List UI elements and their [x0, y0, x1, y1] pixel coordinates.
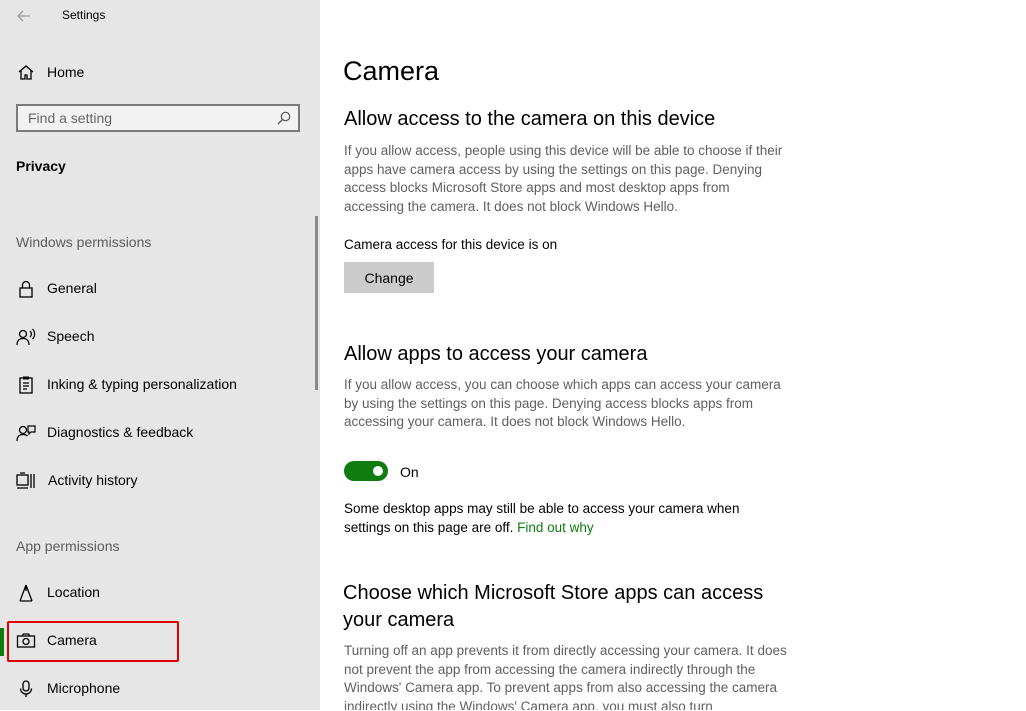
back-button[interactable] — [12, 4, 36, 28]
category-title: Privacy — [16, 158, 66, 174]
sidebar-item-label: Speech — [47, 328, 95, 344]
search-icon[interactable] — [276, 110, 292, 126]
toggle-state-label: On — [400, 464, 419, 480]
sidebar-item-microphone[interactable]: Microphone — [0, 667, 318, 711]
nav-home[interactable]: Home — [0, 51, 318, 95]
back-arrow-icon — [17, 10, 30, 22]
speech-icon — [16, 327, 36, 347]
sidebar-item-diagnostics[interactable]: Diagnostics & feedback — [0, 411, 318, 455]
page-title: Camera — [343, 56, 440, 86]
sidebar-item-inking-typing[interactable]: Inking & typing personalization — [0, 363, 318, 407]
search-input[interactable] — [18, 106, 278, 130]
app-access-heading: Allow apps to access your camera — [344, 343, 648, 365]
sidebar-item-label: Location — [47, 584, 100, 600]
microphone-icon — [16, 679, 36, 699]
sidebar-item-label: Diagnostics & feedback — [47, 424, 194, 440]
location-icon — [16, 583, 36, 603]
nav-home-label: Home — [47, 64, 85, 80]
lock-icon — [16, 279, 36, 299]
timeline-icon — [16, 471, 36, 491]
change-button[interactable]: Change — [344, 262, 434, 293]
highlight-box — [7, 621, 179, 662]
home-icon — [16, 63, 36, 83]
sidebar-item-label: General — [47, 280, 97, 296]
sidebar-item-location[interactable]: Location — [0, 571, 318, 615]
sidebar-item-general[interactable]: General — [0, 267, 318, 311]
app-access-description: If you allow access, you can choose whic… — [344, 377, 781, 429]
main-content: Camera Allow access to the camera on thi… — [320, 0, 1026, 710]
search-box[interactable] — [16, 104, 300, 132]
clipboard-icon — [16, 375, 36, 395]
store-apps-heading: Choose which Microsoft Store apps can ac… — [343, 582, 764, 631]
desktop-apps-note: Some desktop apps may still be able to a… — [344, 500, 788, 537]
windows-permissions-heading: Windows permissions — [16, 234, 152, 250]
toggle-knob — [373, 466, 383, 476]
device-access-heading: Allow access to the camera on this devic… — [344, 108, 716, 130]
device-access-status: Camera access for this device is on — [344, 237, 558, 252]
window-title: Settings — [62, 8, 106, 22]
sidebar-item-label: Inking & typing personalization — [47, 376, 237, 392]
sidebar-scrollbar[interactable] — [315, 216, 318, 390]
sidebar-item-speech[interactable]: Speech — [0, 315, 318, 359]
find-out-why-link[interactable]: Find out why — [517, 520, 594, 535]
store-apps-description: Turning off an app prevents it from dire… — [344, 643, 787, 710]
sidebar: Settings Home Privacy Windows permission… — [0, 0, 320, 710]
sidebar-item-activity-history[interactable]: Activity history — [0, 459, 318, 503]
app-access-toggle[interactable] — [344, 461, 388, 481]
sidebar-item-label: Microphone — [47, 680, 121, 696]
device-access-description: If you allow access, people using this d… — [344, 143, 783, 214]
feedback-icon — [16, 423, 36, 443]
sidebar-item-label: Activity history — [48, 472, 138, 488]
app-permissions-heading: App permissions — [16, 538, 120, 554]
